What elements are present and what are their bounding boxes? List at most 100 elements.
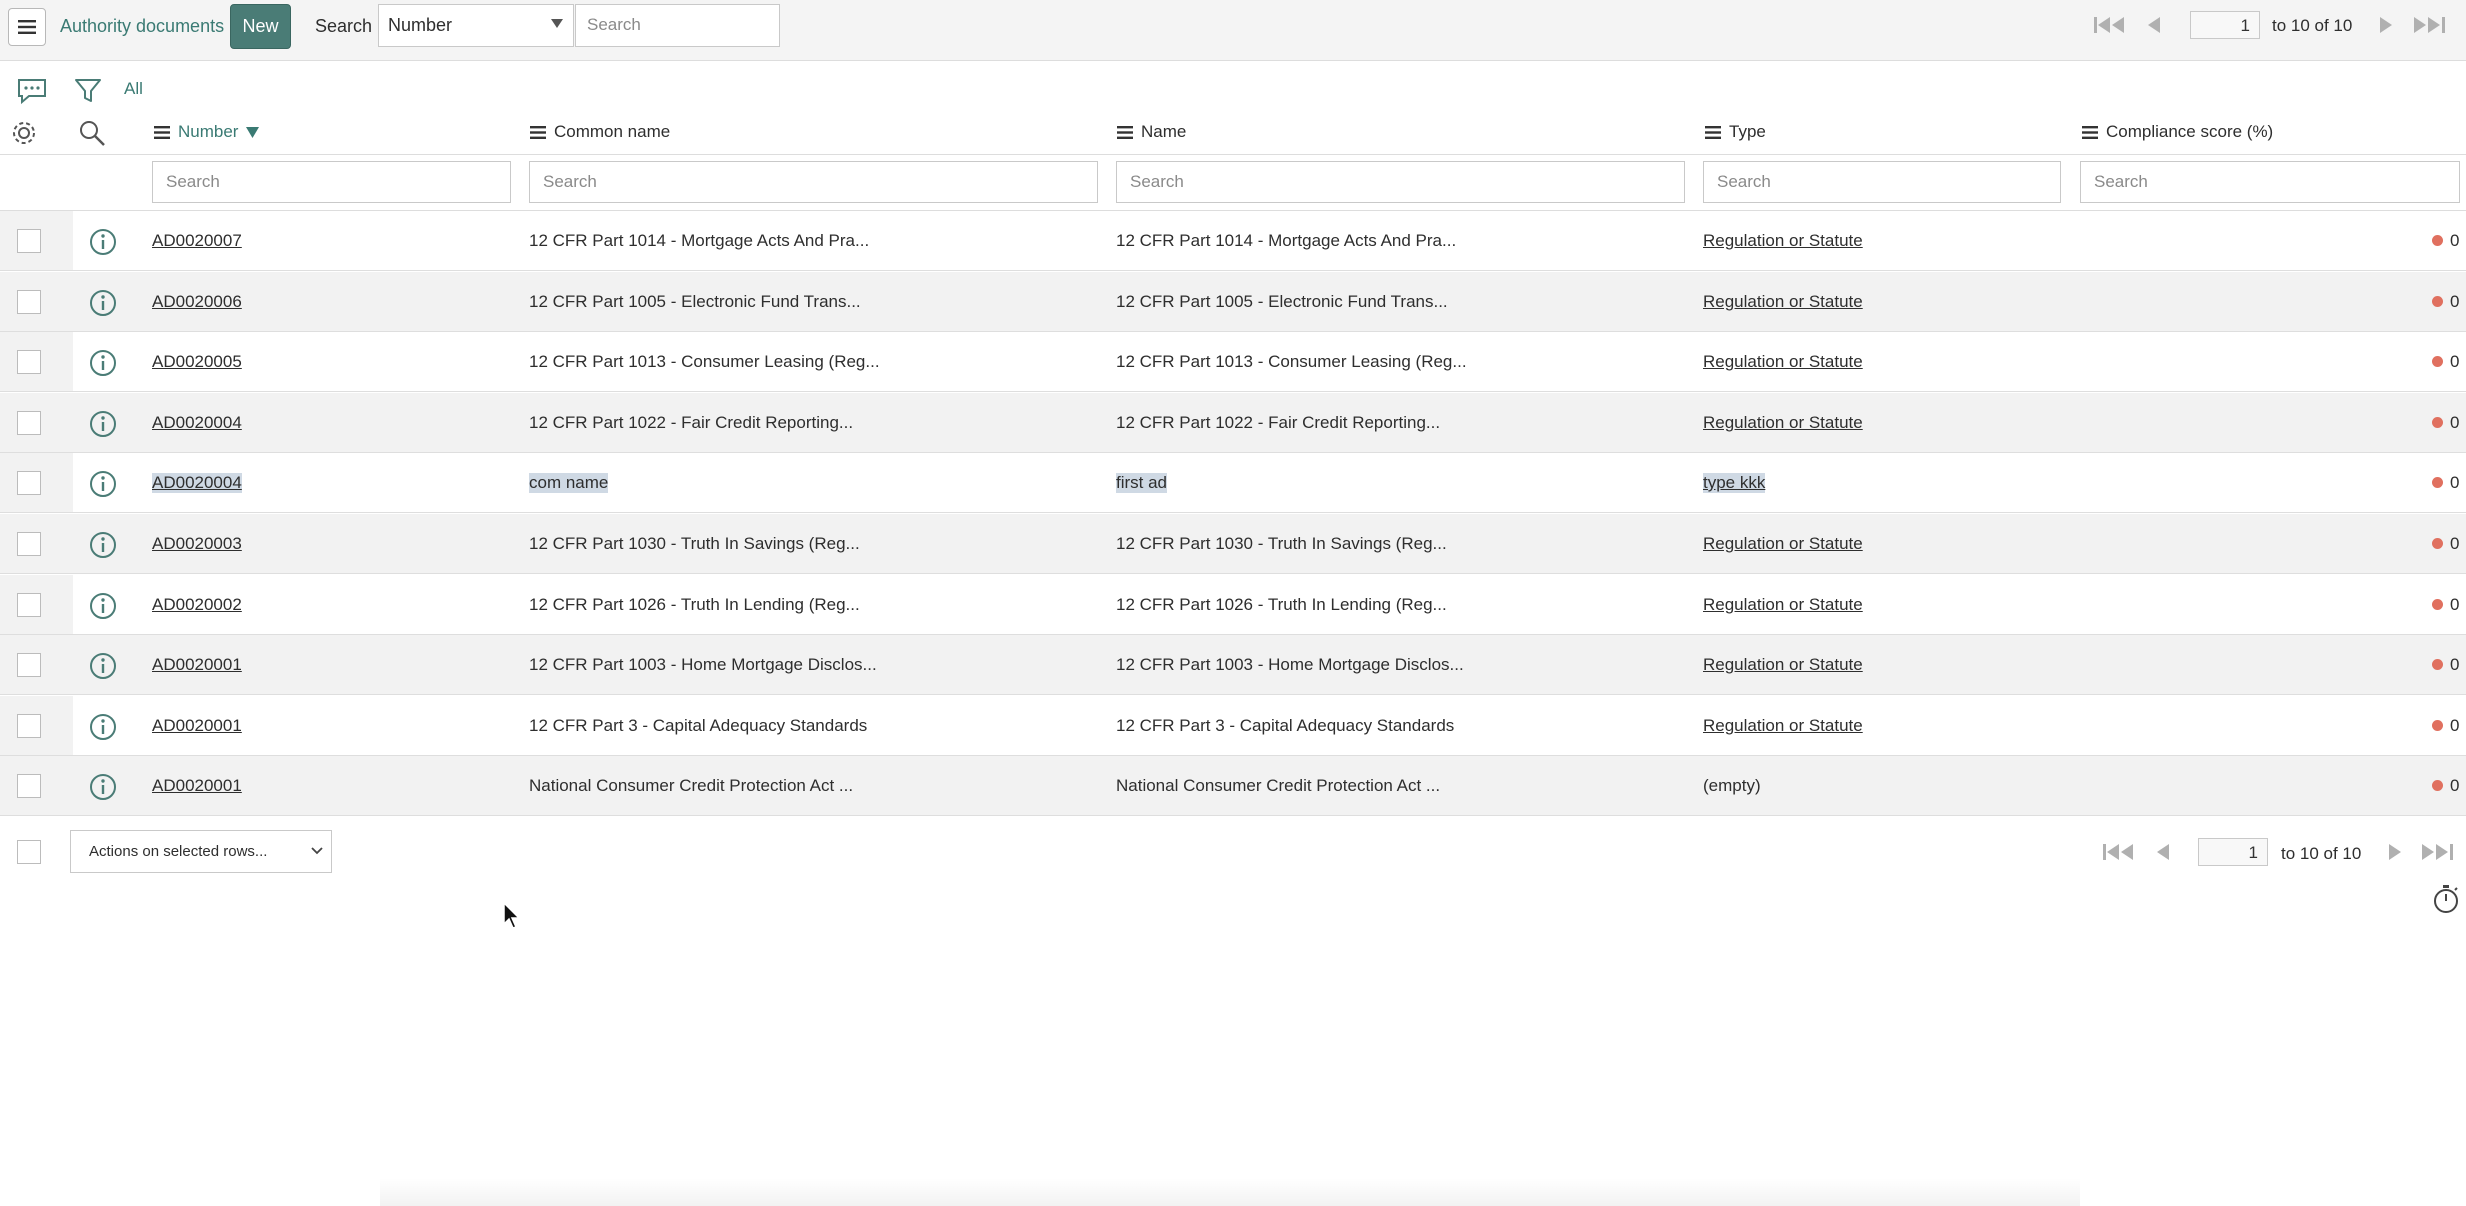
- column-menu-icon[interactable]: [2082, 125, 2098, 139]
- column-header-name[interactable]: Name: [1117, 122, 1186, 142]
- table-row[interactable]: AD0020003 12 CFR Part 1030 - Truth In Sav…: [0, 514, 2466, 574]
- breadcrumb-all[interactable]: All: [124, 79, 143, 99]
- previous-page-icon[interactable]: [2155, 843, 2171, 861]
- select-all-checkbox[interactable]: [17, 840, 41, 864]
- table-row[interactable]: AD0020001 12 CFR Part 1003 - Home Mortgag…: [0, 635, 2466, 695]
- row-checkbox[interactable]: [17, 714, 41, 738]
- last-page-icon[interactable]: [2412, 16, 2448, 34]
- search-number-input[interactable]: Search: [152, 161, 511, 203]
- filter-icon[interactable]: [74, 77, 102, 105]
- page-number-input[interactable]: 1: [2198, 838, 2268, 866]
- cell-type[interactable]: Regulation or Statute: [1703, 413, 1863, 433]
- cell-number-link[interactable]: AD0020007: [152, 231, 242, 251]
- cell-common-name: National Consumer Credit Protection Act …: [529, 776, 854, 795]
- previous-page-icon[interactable]: [2146, 16, 2162, 34]
- column-header-common-name[interactable]: Common name: [530, 122, 670, 142]
- info-icon[interactable]: [89, 592, 117, 620]
- row-checkbox[interactable]: [17, 593, 41, 617]
- caret-down-icon: [551, 19, 563, 28]
- info-icon[interactable]: [89, 531, 117, 559]
- new-button[interactable]: New: [230, 4, 291, 49]
- row-checkbox[interactable]: [17, 471, 41, 495]
- column-header-type[interactable]: Type: [1705, 122, 1766, 142]
- cell-name: 12 CFR Part 1003 - Home Mortgage Disclos…: [1116, 655, 1464, 674]
- info-icon[interactable]: [89, 228, 117, 256]
- table-row[interactable]: AD0020001 National Consumer Credit Protec…: [0, 756, 2466, 816]
- row-checkbox[interactable]: [17, 350, 41, 374]
- row-checkbox[interactable]: [17, 532, 41, 556]
- column-header-compliance-score[interactable]: Compliance score (%): [2082, 122, 2273, 142]
- cell-number-link[interactable]: AD0020005: [152, 352, 242, 372]
- table-row[interactable]: AD0020004 12 CFR Part 1022 - Fair Credit …: [0, 393, 2466, 453]
- table-row[interactable]: AD0020006 12 CFR Part 1005 - Electronic F…: [0, 272, 2466, 332]
- cell-type: (empty): [1703, 776, 1761, 795]
- table-row[interactable]: AD0020004 com name first ad type kkk 0: [0, 453, 2466, 513]
- last-page-icon[interactable]: [2420, 843, 2456, 861]
- cell-number-link[interactable]: AD0020001: [152, 655, 242, 675]
- stopwatch-icon[interactable]: [2432, 884, 2460, 914]
- cell-number-link[interactable]: AD0020002: [152, 595, 242, 615]
- row-checkbox[interactable]: [17, 290, 41, 314]
- table-row[interactable]: AD0020005 12 CFR Part 1013 - Consumer Lea…: [0, 332, 2466, 392]
- row-checkbox[interactable]: [17, 774, 41, 798]
- cell-number-link[interactable]: AD0020006: [152, 292, 242, 312]
- cell-common-name: 12 CFR Part 1003 - Home Mortgage Disclos…: [529, 655, 877, 674]
- info-icon[interactable]: [89, 289, 117, 317]
- info-icon[interactable]: [89, 713, 117, 741]
- info-icon[interactable]: [89, 773, 117, 801]
- column-label: Name: [1141, 122, 1187, 141]
- search-field-value: Number: [388, 15, 453, 35]
- search-type-input[interactable]: Search: [1703, 161, 2061, 203]
- info-icon[interactable]: [89, 349, 117, 377]
- column-header-number[interactable]: Number: [154, 122, 260, 142]
- info-icon[interactable]: [89, 410, 117, 438]
- column-menu-icon[interactable]: [530, 125, 546, 139]
- column-menu-icon[interactable]: [1117, 125, 1133, 139]
- cell-common-name: 12 CFR Part 1005 - Electronic Fund Trans…: [529, 292, 861, 311]
- row-checkbox[interactable]: [17, 411, 41, 435]
- cell-number-link[interactable]: AD0020001: [152, 716, 242, 736]
- search-icon[interactable]: [78, 119, 106, 147]
- cell-number-link[interactable]: AD0020003: [152, 534, 242, 554]
- cell-name: 12 CFR Part 1030 - Truth In Savings (Reg…: [1116, 534, 1447, 553]
- search-compliance-score-input[interactable]: Search: [2080, 161, 2460, 203]
- row-checkbox[interactable]: [17, 653, 41, 677]
- cell-type[interactable]: Regulation or Statute: [1703, 655, 1863, 675]
- next-page-icon[interactable]: [2378, 16, 2394, 34]
- info-icon[interactable]: [89, 470, 117, 498]
- column-menu-icon[interactable]: [1705, 125, 1721, 139]
- column-label: Common name: [554, 122, 671, 141]
- search-field-select[interactable]: Number: [378, 4, 574, 47]
- cell-number-link[interactable]: AD0020004: [152, 413, 242, 433]
- table-row[interactable]: AD0020002 12 CFR Part 1026 - Truth In Len…: [0, 575, 2466, 635]
- cell-number-link[interactable]: AD0020004: [152, 473, 242, 493]
- cell-type[interactable]: Regulation or Statute: [1703, 716, 1863, 736]
- cell-type[interactable]: type kkk: [1703, 473, 1766, 493]
- table-row[interactable]: AD0020001 12 CFR Part 3 - Capital Adequac…: [0, 696, 2466, 756]
- cell-type[interactable]: Regulation or Statute: [1703, 231, 1863, 251]
- cell-number-link[interactable]: AD0020001: [152, 776, 242, 796]
- activity-stream-icon[interactable]: [16, 77, 48, 105]
- list-title[interactable]: Authority documents: [60, 16, 224, 37]
- first-page-icon[interactable]: [2094, 16, 2130, 34]
- list-menu-button[interactable]: [8, 8, 46, 46]
- page-number-input[interactable]: 1: [2190, 11, 2260, 39]
- cell-type[interactable]: Regulation or Statute: [1703, 292, 1863, 312]
- info-icon[interactable]: [89, 652, 117, 680]
- search-common-name-input[interactable]: Search: [529, 161, 1098, 203]
- cell-common-name: 12 CFR Part 1022 - Fair Credit Reporting…: [529, 413, 854, 432]
- search-name-input[interactable]: Search: [1116, 161, 1685, 203]
- cell-name: 12 CFR Part 1022 - Fair Credit Reporting…: [1116, 413, 1441, 432]
- list-search-input[interactable]: Search: [575, 4, 780, 47]
- first-page-icon[interactable]: [2103, 843, 2139, 861]
- cell-type[interactable]: Regulation or Statute: [1703, 352, 1863, 372]
- gear-icon[interactable]: [10, 119, 38, 147]
- row-checkbox[interactable]: [17, 229, 41, 253]
- column-menu-icon[interactable]: [154, 125, 170, 139]
- column-label: Compliance score (%): [2106, 122, 2274, 141]
- table-row[interactable]: AD0020007 12 CFR Part 1014 - Mortgage Act…: [0, 211, 2466, 271]
- actions-select[interactable]: Actions on selected rows...: [70, 830, 332, 873]
- cell-type[interactable]: Regulation or Statute: [1703, 595, 1863, 615]
- cell-type[interactable]: Regulation or Statute: [1703, 534, 1863, 554]
- next-page-icon[interactable]: [2387, 843, 2403, 861]
